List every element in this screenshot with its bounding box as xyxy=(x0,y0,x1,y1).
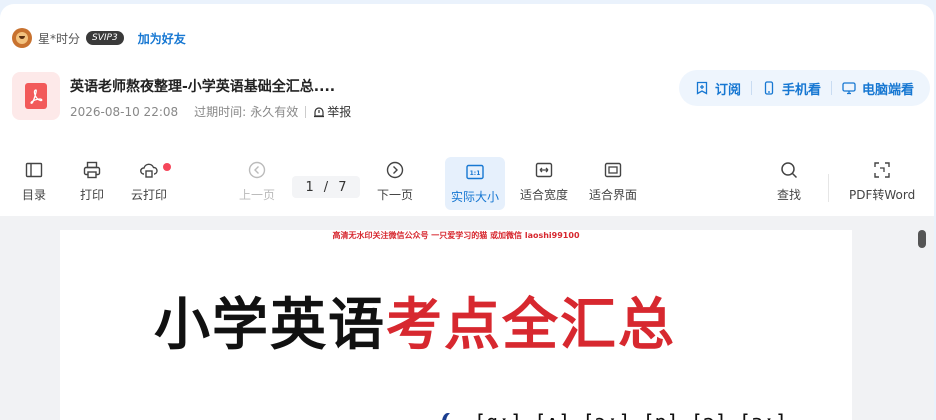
desktop-view-label: 电脑端看 xyxy=(861,82,914,98)
document-card: 星*时分 SVIP3 加为好友 英语老师熬夜整理-小学英语基础全汇总.... 2… xyxy=(0,4,934,420)
phonetic-text: [ɑː] [ʌ] [ɔː] [p] [ə] [ɜː] xyxy=(474,410,787,420)
prev-page-label: 上一页 xyxy=(239,188,276,202)
sidebar-icon xyxy=(25,162,43,178)
chevron-left-circle-icon xyxy=(248,161,266,179)
report-button[interactable]: 举报 xyxy=(313,103,351,120)
report-label: 举报 xyxy=(327,105,352,119)
viewer-toolbar: 目录 打印 云打印 上一页 1 / 7 下一页 1:1 实际大小 适合宽度 适合… xyxy=(0,154,934,212)
print-label: 打印 xyxy=(80,188,105,202)
actual-size-button[interactable]: 1:1 实际大小 xyxy=(445,157,506,210)
total-pages: 7 xyxy=(338,179,347,195)
mobile-view-button[interactable]: 手机看 xyxy=(756,79,827,98)
vertical-scrollbar-thumb[interactable] xyxy=(918,230,926,248)
expiry-value: 永久有效 xyxy=(250,105,299,119)
desktop-view-button[interactable]: 电脑端看 xyxy=(836,79,920,98)
heading-black-part: 小学英语 xyxy=(154,292,386,358)
actual-size-icon: 1:1 xyxy=(466,164,484,180)
subscribe-button[interactable]: 订阅 xyxy=(689,79,747,98)
cloud-print-button[interactable]: 云打印 xyxy=(131,160,171,203)
page-indicator[interactable]: 1 / 7 xyxy=(292,176,360,198)
convert-icon xyxy=(874,162,890,178)
next-page-label: 下一页 xyxy=(377,188,414,202)
search-icon xyxy=(781,162,798,179)
phone-icon xyxy=(764,81,774,95)
action-divider xyxy=(750,81,752,95)
uploader-name[interactable]: 星*时分 xyxy=(38,30,80,47)
next-page-button[interactable]: 下一页 xyxy=(377,160,413,203)
document-title: 英语老师熬夜整理-小学英语基础全汇总.... xyxy=(70,79,336,95)
toc-label: 目录 xyxy=(22,188,47,202)
pdf-file-icon xyxy=(12,72,60,120)
pdf-to-word-button[interactable]: PDF转Word xyxy=(849,160,915,203)
current-page[interactable]: 1 xyxy=(306,180,314,195)
cloud-print-icon xyxy=(140,163,158,178)
bookmark-plus-icon xyxy=(696,81,708,95)
print-button[interactable]: 打印 xyxy=(80,160,104,203)
actual-size-label: 实际大小 xyxy=(451,190,500,204)
fit-width-button[interactable]: 适合宽度 xyxy=(520,160,568,203)
fit-page-button[interactable]: 适合界面 xyxy=(589,160,637,203)
add-friend-link[interactable]: 加为好友 xyxy=(138,30,186,47)
toolbar-divider xyxy=(828,174,829,202)
prev-page-button[interactable]: 上一页 xyxy=(239,160,275,203)
toc-button[interactable]: 目录 xyxy=(22,160,46,203)
crescent-icon xyxy=(446,413,458,420)
expiry-label: 过期时间: xyxy=(194,105,247,119)
cloud-print-label: 云打印 xyxy=(131,188,168,202)
document-meta: 2026-08-10 22:08 过期时间: 永久有效 举报 xyxy=(70,103,351,120)
monitor-icon xyxy=(842,82,856,95)
view-actions: 订阅 手机看 电脑端看 xyxy=(678,70,930,106)
action-divider xyxy=(830,81,832,95)
fit-page-icon xyxy=(604,162,622,178)
fit-page-label: 适合界面 xyxy=(589,188,638,202)
page-heading: 小学英语考点全汇总 xyxy=(154,280,676,361)
pdf-to-word-label: PDF转Word xyxy=(849,188,916,202)
page-watermark-text: 高清无水印关注微信公众号 一只爱学习的猫 或加微信 laoshi99100 xyxy=(332,231,580,240)
pdf-symbol-icon xyxy=(30,89,43,104)
phonetic-symbols: [ɑː] [ʌ] [ɔː] [p] [ə] [ɜː] xyxy=(446,410,787,420)
pdf-page: 高清无水印关注微信公众号 一只爱学习的猫 或加微信 laoshi99100 小学… xyxy=(60,230,852,420)
notification-dot xyxy=(163,163,171,171)
uploader-row: 星*时分 SVIP3 加为好友 xyxy=(12,28,186,48)
heading-red-part: 考点全汇总 xyxy=(386,292,676,358)
svg-text:1:1: 1:1 xyxy=(470,170,481,177)
mobile-view-label: 手机看 xyxy=(781,82,821,98)
chevron-right-circle-icon xyxy=(386,161,404,179)
printer-icon xyxy=(83,161,101,179)
subscribe-label: 订阅 xyxy=(714,82,741,98)
page-separator: / xyxy=(323,179,329,195)
upload-date: 2026-08-10 22:08 xyxy=(70,104,179,119)
meta-divider xyxy=(305,105,307,118)
find-button[interactable]: 查找 xyxy=(777,160,801,203)
user-avatar[interactable] xyxy=(12,28,32,48)
fit-width-label: 适合宽度 xyxy=(520,188,569,202)
vip-badge: SVIP3 xyxy=(86,31,124,45)
find-label: 查找 xyxy=(777,188,802,202)
document-viewer[interactable]: 高清无水印关注微信公众号 一只爱学习的猫 或加微信 laoshi99100 小学… xyxy=(0,216,934,420)
alert-icon xyxy=(314,106,325,117)
fit-width-icon xyxy=(535,162,553,178)
